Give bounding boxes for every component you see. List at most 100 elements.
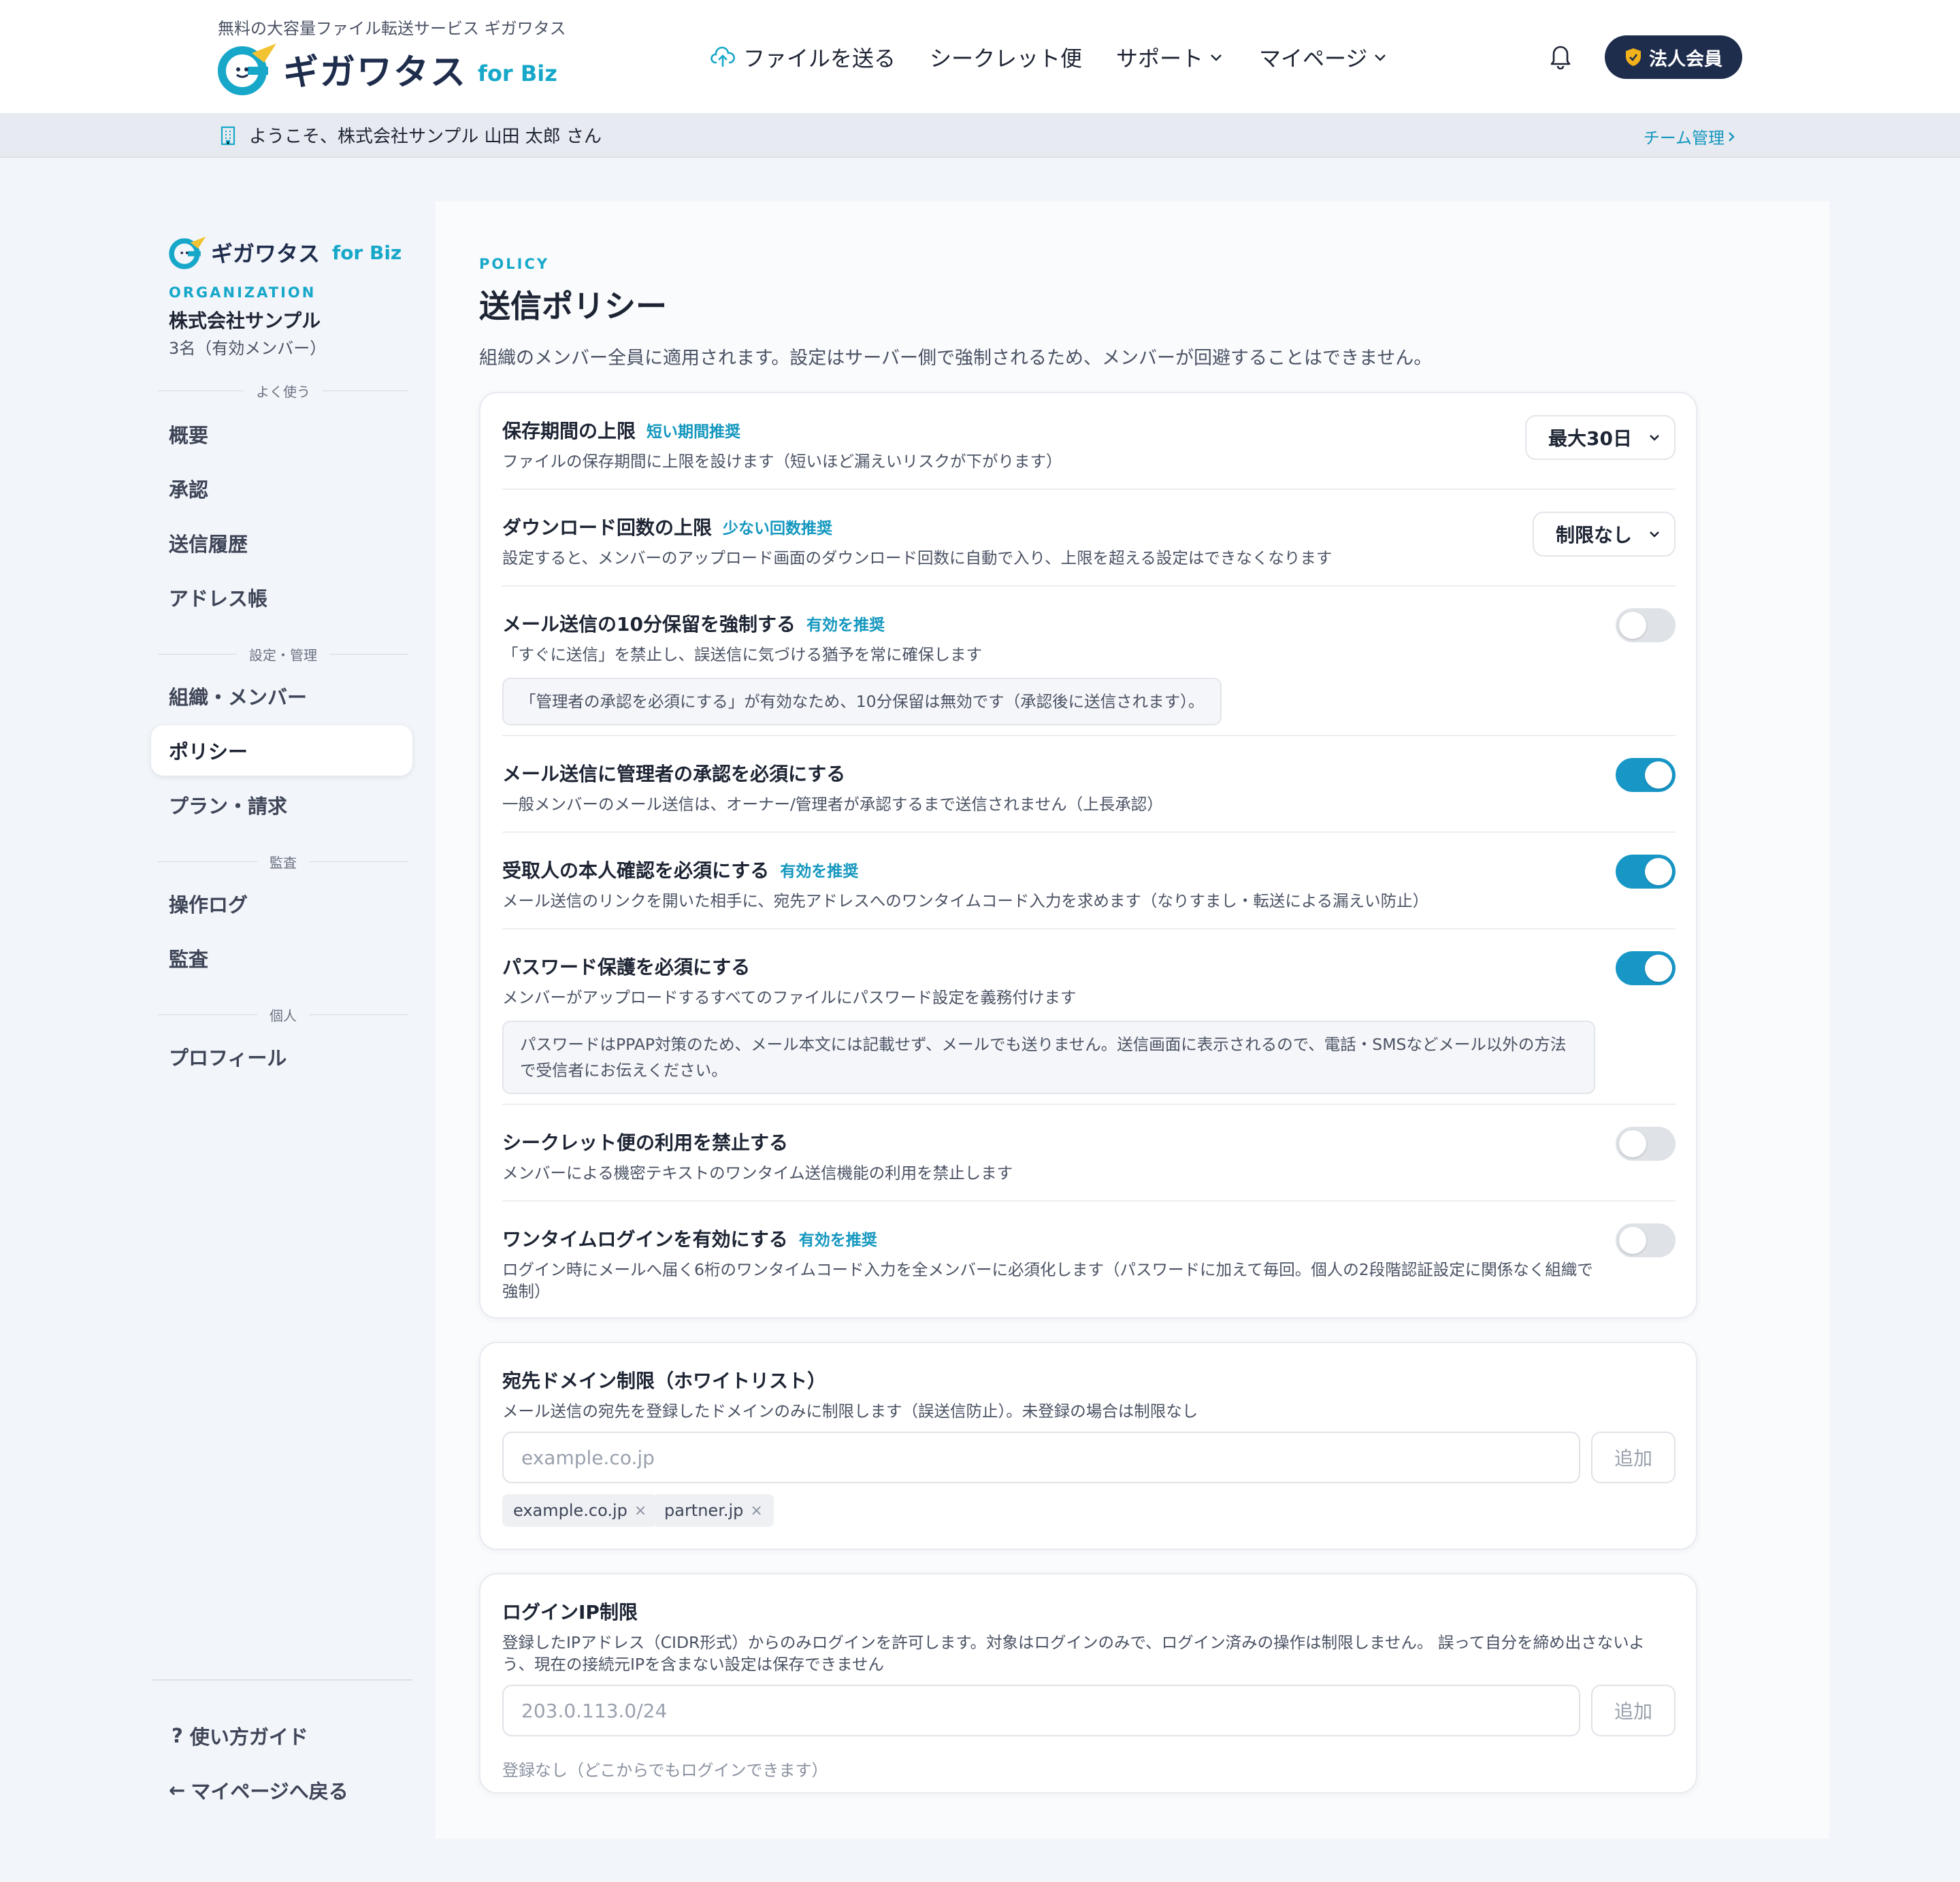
recipient-verification-toggle[interactable] (1616, 855, 1676, 889)
sidebar-divider (152, 1679, 412, 1681)
domain-input[interactable]: example.co.jp (502, 1432, 1580, 1483)
nav-mypage[interactable]: マイページ (1259, 42, 1389, 73)
sidebar-item-profile[interactable]: プロフィール (151, 1031, 412, 1082)
chevron-down-icon (1650, 435, 1659, 441)
team-management-label: チーム管理 (1643, 129, 1725, 148)
back-to-mypage-link[interactable]: ← マイページへ戻る (151, 1765, 412, 1815)
nav-send-files[interactable]: ファイルを送る (710, 42, 896, 73)
download-limit-select[interactable]: 制限なし (1532, 512, 1676, 557)
setting-description: 「すぐに送信」を禁止し、誤送信に気づける猶予を常に確保します (502, 645, 982, 664)
nav-support[interactable]: サポート (1116, 42, 1225, 73)
guide-link[interactable]: ? 使い方ガイド (151, 1711, 412, 1761)
secret-ban-toggle[interactable] (1616, 1127, 1676, 1161)
domain-add-button[interactable]: 追加 (1591, 1432, 1676, 1483)
setting-description: メンバーがアップロードするすべてのファイルにパスワード設定を義務付けます (502, 988, 1077, 1007)
retention-select[interactable]: 最大30日 (1525, 415, 1676, 460)
setting-title: ワンタイムログインを有効にする (502, 1228, 788, 1251)
setting-retention: 保存期間の上限 短い期間推奨 ファイルの保存期間に上限を設けます（短いほど漏えいリ… (502, 416, 1676, 472)
organization-name: 株式会社サンプル (169, 310, 321, 332)
toggle-knob (1645, 858, 1672, 885)
card-description: メール送信の宛先を登録したドメインのみに制限します（誤送信防止）。未登録の場合は… (502, 1402, 1198, 1421)
setting-title: メール送信に管理者の承認を必須にする (502, 763, 846, 785)
sidebar-item-audit[interactable]: 監査 (151, 933, 412, 983)
setting-description: メール送信のリンクを開いた相手に、宛先アドレスへのワンタイムコード入力を求めます… (502, 891, 1429, 910)
sidebar-item-label: プロフィール (169, 1046, 287, 1070)
sidebar-item-label: 操作ログ (169, 893, 248, 917)
bell-icon[interactable] (1549, 42, 1572, 72)
admin-approval-toggle[interactable] (1616, 758, 1676, 792)
corporate-member-label: 法人会員 (1649, 48, 1722, 70)
toggle-knob (1645, 761, 1672, 789)
setting-description: 設定すると、メンバーのアップロード画面のダウンロード回数に自動で入り、上限を超え… (502, 548, 1333, 567)
page-title: 送信ポリシー (479, 288, 667, 325)
setting-title: メール送信の10分保留を強制する (502, 613, 796, 635)
divider (502, 1200, 1676, 1202)
team-management-link[interactable]: チーム管理 (1644, 125, 1738, 148)
card-title: ログインIP制限 (502, 1601, 638, 1623)
welcome-bar: ようこそ、株式会社サンプル 山田 太郎 さん チーム管理 (0, 113, 1960, 158)
nav-secret[interactable]: シークレット便 (930, 42, 1082, 73)
sidebar-item-address-book[interactable]: アドレス帳 (151, 572, 412, 623)
hold-10min-toggle[interactable] (1616, 608, 1676, 642)
sidebar-item-overview[interactable]: 概要 (151, 409, 412, 459)
section-audit: 監査 (158, 851, 408, 872)
sidebar-item-policy[interactable]: ポリシー (151, 725, 412, 776)
page-description: 組織のメンバー全員に適用されます。設定はサーバー側で強制されるため、メンバーが回… (479, 348, 1433, 369)
remove-icon[interactable]: × (634, 1502, 647, 1519)
setting-download-limit: ダウンロード回数の上限 少ない回数推奨 設定すると、メンバーのアップロード画面のダ… (502, 513, 1676, 569)
organization-label: ORGANIZATION (169, 284, 316, 301)
password-required-toggle[interactable] (1616, 951, 1676, 985)
shield-check-icon (1626, 48, 1641, 66)
sidebar-item-plan-billing[interactable]: プラン・請求 (151, 780, 412, 830)
recommend-badge: 有効を推奨 (806, 616, 885, 634)
guide-label: 使い方ガイド (189, 1726, 308, 1749)
main-panel: POLICY 送信ポリシー 組織のメンバー全員に適用されます。設定はサーバー側で… (436, 201, 1829, 1838)
chip-label: partner.jp (664, 1501, 744, 1520)
arrow-left-icon: ← (169, 1779, 186, 1802)
domain-chip: partner.jp × (653, 1494, 774, 1527)
domain-whitelist-header: 宛先ドメイン制限（ホワイトリスト） メール送信の宛先を登録したドメインのみに制限… (502, 1366, 1676, 1422)
ip-input-placeholder: 203.0.113.0/24 (521, 1699, 668, 1722)
section-personal: 個人 (158, 1004, 408, 1025)
onetime-login-toggle[interactable] (1616, 1223, 1676, 1257)
remove-icon[interactable]: × (750, 1502, 762, 1519)
section-label: 設定・管理 (249, 646, 317, 663)
back-label: マイページへ戻る (191, 1780, 348, 1803)
site-logo[interactable]: ギガワタス for Biz (218, 39, 557, 98)
question-icon: ? (172, 1724, 183, 1747)
download-limit-select-value: 制限なし (1555, 524, 1632, 546)
sidebar-item-operation-log[interactable]: 操作ログ (151, 878, 412, 929)
sidebar-item-label: 監査 (169, 948, 209, 971)
chevron-right-icon (1729, 131, 1735, 142)
sidebar-item-history[interactable]: 送信履歴 (151, 518, 412, 568)
setting-password-required: パスワード保護を必須にする メンバーがアップロードするすべてのファイルにパスワー… (502, 953, 1595, 1094)
setting-description: 一般メンバーのメール送信は、オーナー/管理者が承認するまで送信されません（上長承… (502, 795, 1163, 814)
logo-text: ギガワタス (283, 52, 468, 93)
divider (502, 585, 1676, 587)
sidebar-item-org-members[interactable]: 組織・メンバー (151, 671, 412, 721)
ip-empty-note: 登録なし（どこからでもログインできます） (502, 1761, 828, 1780)
retention-select-value: 最大30日 (1548, 427, 1632, 450)
setting-note: 「管理者の承認を必須にする」が有効なため、10分保留は無効です（承認後に送信され… (502, 678, 1222, 725)
organization-member-count: 3名（有効メンバー） (169, 339, 327, 358)
divider (502, 1104, 1676, 1105)
setting-description: ログイン時にメールへ届く6桁のワンタイムコード入力を全メンバーに必須化します（パ… (502, 1260, 1593, 1301)
sidebar-logo[interactable]: ギガワタス for Biz (169, 234, 402, 271)
toggle-knob (1619, 1130, 1646, 1157)
setting-description: ファイルの保存期間に上限を設けます（短いほど漏えいリスクが下がります） (502, 452, 1062, 471)
divider (502, 735, 1676, 736)
ip-add-button[interactable]: 追加 (1591, 1685, 1676, 1736)
setting-note: パスワードはPPAP対策のため、メール本文には記載せず、メールでも送りません。送… (502, 1021, 1595, 1094)
policy-settings-card: 保存期間の上限 短い期間推奨 ファイルの保存期間に上限を設けます（短いほど漏えいリ… (479, 392, 1697, 1319)
logo-mark-icon (169, 236, 206, 269)
section-label: 個人 (270, 1007, 297, 1024)
ip-input[interactable]: 203.0.113.0/24 (502, 1685, 1580, 1736)
login-ip-header: ログインIP制限 登録したIPアドレス（CIDR形式）からのみログインを許可しま… (502, 1598, 1659, 1675)
divider (502, 831, 1676, 833)
nav-secret-label: シークレット便 (930, 46, 1083, 71)
site-tagline: 無料の大容量ファイル転送サービス ギガワタス (218, 19, 566, 38)
sidebar-item-approval[interactable]: 承認 (151, 463, 412, 514)
corporate-member-badge[interactable]: 法人会員 (1605, 35, 1742, 79)
nav-support-label: サポート (1116, 46, 1204, 71)
logo-mark-icon (218, 39, 278, 98)
